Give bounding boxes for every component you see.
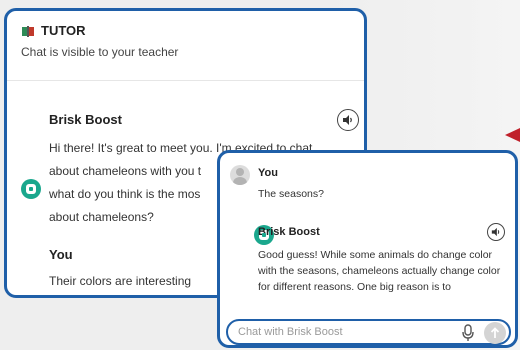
brisk-boost-avatar [21, 179, 41, 199]
send-button[interactable] [484, 322, 506, 344]
tutor-title: TUTOR [41, 23, 86, 38]
send-arrow-icon [490, 327, 500, 338]
speaker-button[interactable] [337, 109, 359, 131]
tutor-header: TUTOR Chat is visible to your teacher [7, 11, 364, 81]
message-sender: You [258, 167, 278, 179]
message-sender: Brisk Boost [258, 226, 320, 238]
message-text: Their colors are interesting [49, 274, 192, 288]
speaker-icon [491, 227, 500, 237]
chat-detail-panel: You The seasons? Brisk Boost Good guess!… [217, 150, 518, 348]
message-text: Good guess! While some animals do change… [258, 249, 501, 293]
microphone-icon[interactable] [461, 324, 475, 342]
speaker-icon [343, 115, 352, 125]
red-arrow-icon [505, 128, 520, 142]
chat-input[interactable] [238, 326, 448, 338]
message-sender: Brisk Boost [49, 112, 122, 127]
message-sender: You [49, 247, 73, 262]
chat-input-box [226, 319, 511, 345]
tutor-subtitle: Chat is visible to your teacher [21, 45, 179, 59]
message-text: The seasons? [258, 188, 324, 200]
user-avatar [230, 165, 250, 185]
book-icon [22, 25, 34, 37]
speaker-button[interactable] [487, 223, 505, 241]
